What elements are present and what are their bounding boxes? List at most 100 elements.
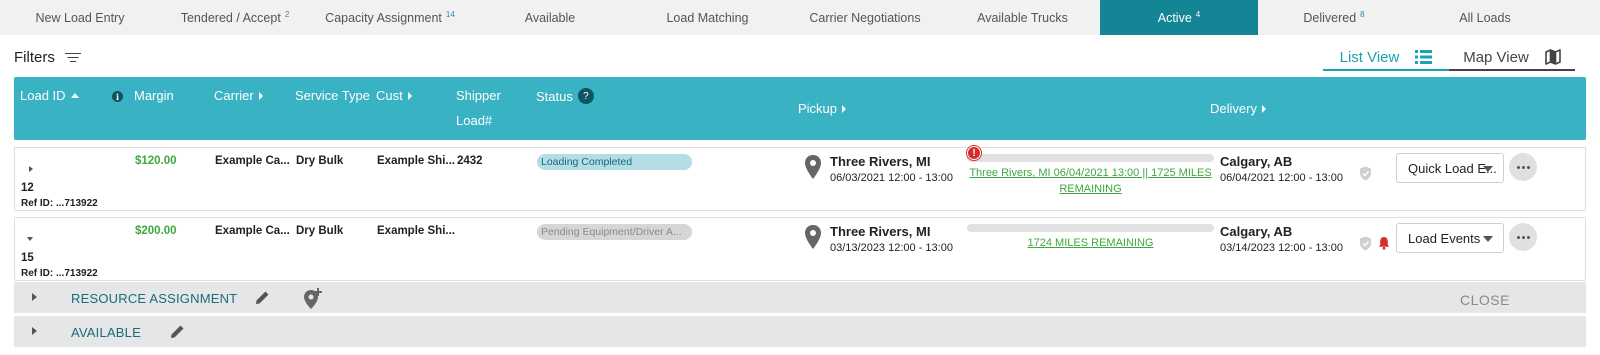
location-pin-icon — [805, 155, 821, 179]
tab-label: Capacity Assignment — [325, 10, 442, 25]
filter-icon — [64, 52, 81, 64]
column-header-carrier[interactable]: Carrier — [214, 88, 263, 103]
column-label: Status — [536, 88, 573, 104]
tab-badge: 8 — [1360, 10, 1365, 19]
table-row[interactable]: 12 Ref ID: ...713922 $120.00 Example Ca.… — [14, 146, 1586, 211]
carrier-name: Example Ca... — [215, 225, 290, 237]
quick-load-events-select[interactable]: Quick Load E... — [1396, 153, 1504, 183]
column-label: Cust — [376, 88, 403, 103]
pencil-icon[interactable] — [255, 290, 270, 305]
pickup-datetime: 06/03/2021 12:00 - 13:00 — [830, 172, 953, 184]
delivery-city: Calgary, AB — [1220, 154, 1293, 169]
service-type: Dry Bulk — [296, 155, 344, 167]
tab-load-matching[interactable]: Load Matching — [630, 0, 785, 35]
column-label: Margin — [134, 88, 174, 103]
tab-label: Available Trucks — [977, 10, 1068, 25]
route-miles-link[interactable]: Three Rivers, MI 06/04/2021 13:00 || 172… — [967, 165, 1214, 197]
bell-icon[interactable] — [1378, 236, 1390, 250]
tab-badge: 4 — [1195, 10, 1201, 19]
list-view-button[interactable]: List View — [1323, 45, 1449, 71]
pickup-datetime: 03/13/2023 12:00 - 13:00 — [830, 242, 953, 254]
filters-toggle[interactable]: Filters — [14, 49, 81, 66]
table-row[interactable]: 15 Ref ID: ...713922 $200.00 Example Ca.… — [14, 217, 1586, 281]
customer-name: Example Shi... — [377, 155, 455, 167]
chevron-right-icon — [407, 91, 412, 100]
more-actions-button[interactable] — [1509, 223, 1537, 251]
tab-available[interactable]: Available — [470, 0, 630, 35]
pencil-icon[interactable] — [170, 324, 185, 339]
column-label: Pickup — [798, 101, 838, 116]
chevron-down-icon — [1483, 166, 1493, 172]
column-header-margin[interactable]: Margin — [134, 88, 174, 103]
chevron-down-icon — [1483, 236, 1493, 242]
alert-icon[interactable]: ! — [967, 146, 981, 160]
tab-label: New Load Entry — [35, 10, 125, 25]
column-header-pickup[interactable]: Pickup — [798, 101, 847, 116]
resource-assignment-section[interactable]: RESOURCE ASSIGNMENT CLOSE — [14, 282, 1586, 313]
available-section[interactable]: AVAILABLE — [14, 316, 1586, 347]
ref-id: Ref ID: ...713922 — [21, 268, 98, 279]
more-actions-button[interactable] — [1509, 153, 1537, 181]
tab-all-loads[interactable]: All Loads — [1410, 0, 1560, 35]
tab-tendered-accept[interactable]: Tendered / Accept 2 — [160, 0, 310, 35]
tab-carrier-negotiations[interactable]: Carrier Negotiations — [785, 0, 945, 35]
add-location-icon[interactable] — [302, 286, 324, 310]
ref-id: Ref ID: ...713922 — [21, 198, 98, 209]
loads-page: Filters List View Map View Load ID i Mar… — [0, 35, 1600, 355]
map-view-label: Map View — [1463, 48, 1529, 66]
list-icon — [1415, 50, 1433, 64]
margin-value: $120.00 — [135, 155, 177, 167]
help-icon[interactable]: ? — [577, 88, 594, 104]
tab-label: Carrier Negotiations — [809, 10, 921, 25]
tab-badge: 14 — [445, 10, 455, 19]
tab-label: Delivered — [1303, 10, 1357, 25]
tab-label: Active — [1157, 10, 1192, 25]
location-pin-icon — [805, 225, 821, 249]
tab-capacity-assignment[interactable]: Capacity Assignment 14 — [310, 0, 470, 35]
map-icon — [1544, 49, 1561, 65]
select-value: Load Events — [1408, 230, 1481, 246]
section-label: RESOURCE ASSIGNMENT — [71, 291, 238, 306]
delivery-datetime: 03/14/2023 12:00 - 13:00 — [1220, 242, 1343, 254]
tab-available-trucks[interactable]: Available Trucks — [945, 0, 1100, 35]
chevron-right-icon — [842, 104, 847, 113]
expand-row-icon[interactable] — [29, 166, 33, 172]
column-label: Load ID — [20, 88, 66, 103]
shield-icon — [1360, 236, 1371, 251]
delivery-city: Calgary, AB — [1220, 224, 1293, 239]
tab-active[interactable]: Active 4 — [1100, 0, 1258, 35]
column-header-cust[interactable]: Cust — [376, 88, 412, 103]
close-button[interactable]: CLOSE — [1460, 292, 1510, 308]
table-header: Load ID i Margin Carrier Service Type Cu… — [14, 77, 1586, 140]
margin-info-icon[interactable]: i — [112, 91, 123, 102]
map-view-button[interactable]: Map View — [1449, 45, 1575, 71]
shield-icon — [1360, 166, 1371, 181]
section-label: AVAILABLE — [71, 325, 141, 340]
customer-name: Example Shi... — [377, 225, 455, 237]
column-header-load-id[interactable]: Load ID — [20, 88, 79, 103]
filters-label: Filters — [14, 49, 55, 66]
chevron-right-icon — [1261, 104, 1266, 113]
route-status-line: REMAINING — [1059, 183, 1122, 195]
route-status-line: Three Rivers, MI 06/04/2021 13:00 || 172… — [969, 167, 1212, 179]
column-header-service-type[interactable]: Service Type — [295, 88, 370, 103]
chevron-right-icon — [258, 91, 263, 100]
tab-label: Tendered / Accept — [180, 10, 281, 25]
delivery-datetime: 06/04/2021 12:00 - 13:00 — [1220, 172, 1343, 184]
route-miles-link[interactable]: 1724 MILES REMAINING — [967, 235, 1214, 251]
column-header-delivery[interactable]: Delivery — [1210, 101, 1266, 116]
load-id[interactable]: 12 — [21, 182, 34, 194]
load-events-select[interactable]: Load Events — [1396, 223, 1504, 253]
list-view-label: List View — [1339, 48, 1400, 66]
tab-badge: 2 — [284, 10, 290, 19]
column-header-shipper[interactable]: Shipper — [456, 88, 501, 103]
tab-delivered[interactable]: Delivered 8 — [1258, 0, 1410, 35]
expand-section-icon[interactable] — [32, 327, 37, 335]
expand-section-icon[interactable] — [32, 293, 37, 301]
load-id[interactable]: 15 — [21, 252, 34, 264]
tab-new-load-entry[interactable]: New Load Entry — [0, 0, 160, 35]
column-label: Shipper — [456, 88, 501, 103]
margin-value: $200.00 — [135, 225, 177, 237]
collapse-row-icon[interactable] — [27, 237, 33, 241]
column-header-status[interactable]: Status ? — [536, 88, 594, 104]
